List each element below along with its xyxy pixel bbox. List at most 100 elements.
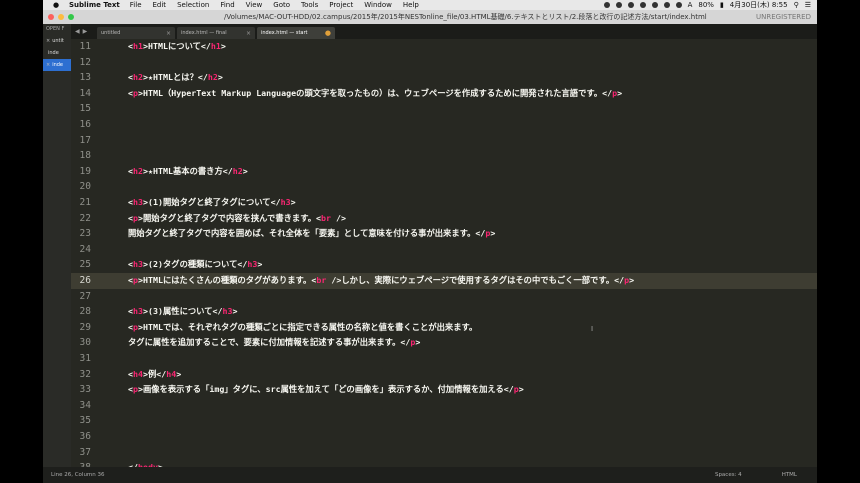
spotlight-icon[interactable]: ⚲ [794,0,799,10]
battery-icon[interactable]: ▮ [720,0,724,10]
code-line[interactable]: 25 <h3>(2)タグの種類について</h3> [71,257,817,273]
code-line[interactable]: 15 [71,101,817,117]
code-line[interactable]: 19 <h2>★HTML基本の書き方</h2> [71,164,817,180]
line-number: 20 [79,181,91,193]
line-number: 28 [79,306,91,318]
code-line[interactable]: 31 [71,351,817,367]
maximize-window-button[interactable] [68,14,74,20]
code-line[interactable]: 37 [71,445,817,461]
wifi-icon[interactable] [663,2,670,8]
volume-icon[interactable] [675,2,682,8]
menu-clock[interactable]: 4月30日(木) 8:55 [730,0,788,10]
syntax-selector[interactable]: HTML [782,472,797,478]
tab-index-final[interactable]: index.html — final × [177,27,255,39]
tab-bar: ◀ ▶ untitled × index.html — final × inde… [71,24,817,39]
code-editor[interactable]: 11 <h1>HTMLについて</h1> 12 13 <h2>★HTMLとは？</h2>… [71,39,817,467]
minimize-window-button[interactable] [58,14,64,20]
code-line[interactable]: 38 </body> [71,460,817,467]
tab-untitled[interactable]: untitled × [97,27,175,39]
close-window-button[interactable] [48,14,54,20]
cursor-position: Line 26, Column 36 [51,472,105,478]
tab-close-icon[interactable]: × [246,30,251,37]
tag-name-token: h4 [133,368,143,379]
code-line[interactable]: 26 <p>HTMLにはたくさんの種類のタグがあります。<br />しかし、実際に… [71,273,817,289]
menu-file[interactable]: File [130,0,142,10]
code-line[interactable]: 22 <p>開始タグと終了タグで内容を挟んで書きます。<br /> [71,211,817,227]
settings-icon[interactable] [627,2,634,8]
tag-name-token: h2 [232,165,243,176]
code-line[interactable]: 13 <h2>★HTMLとは？</h2> [71,70,817,86]
menu-find[interactable]: Find [220,0,234,10]
code-text: <h3>(2)タグの種類について</h3> [128,257,262,273]
code-text: <p>画像を表示する「img」タグに、src属性を加えて「どの画像を」表示するか… [128,382,524,398]
tab-next-icon[interactable]: ▶ [83,28,88,35]
battery-percent[interactable]: 80% [698,0,714,10]
menu-edit[interactable]: Edit [153,0,167,10]
menu-goto[interactable]: Goto [273,0,290,10]
text-token: >HTMLにはたくさんの種類のタグがあります。< [138,275,317,285]
line-number: 23 [79,228,91,240]
code-line[interactable]: 35 [71,413,817,429]
code-line[interactable]: 34 [71,398,817,414]
tab-prev-icon[interactable]: ◀ [75,28,80,35]
close-file-icon[interactable]: × [46,59,50,71]
tag-name-token: h2 [133,165,143,176]
code-line[interactable]: 30 タグに属性を追加することで、要素に付加情報を記述する事が出来ます。</p> [71,335,817,351]
window-title: /Volumes/MAC-OUT-HDD/02.campus/2015年/201… [224,13,707,21]
text-token: > [217,72,223,83]
tab-close-icon[interactable]: × [166,30,171,37]
sidebar-file-index-final[interactable]: inde [43,47,71,59]
code-line[interactable]: 18 [71,148,817,164]
line-number: 35 [79,415,91,427]
apple-icon[interactable]: ● [53,0,63,10]
code-line[interactable]: 16 [71,117,817,133]
sync-icon[interactable] [639,2,646,8]
line-number: 31 [79,353,91,364]
code-line[interactable]: 20 [71,179,817,195]
code-line[interactable]: 36 [71,429,817,445]
close-file-icon[interactable]: × [46,35,50,47]
code-line[interactable]: 32 <h4>例</h4> [71,367,817,383]
code-line[interactable]: 11 <h1>HTMLについて</h1> [71,39,817,55]
app-menu-sublime-text[interactable]: Sublime Text [69,0,120,10]
menu-view[interactable]: View [246,0,263,10]
code-line[interactable]: 27 [71,289,817,305]
menu-help[interactable]: Help [403,0,419,10]
text-token: /> [330,212,346,223]
code-line[interactable]: 28 <h3>(3)属性について</h3> [71,304,817,320]
code-line[interactable]: 33 <p>画像を表示する「img」タグに、src属性を加えて「どの画像を」表示す… [71,382,817,398]
text-token: > [176,368,182,379]
text-token: >★HTML基本の書き方</ [143,165,233,176]
sidebar-file-label: untit [52,38,64,44]
tab-label: index.html — final [181,30,227,36]
code-text: <p>HTML（HyperText Markup Languageの頭文字を取っ… [128,86,622,102]
sidebar-file-untitled[interactable]: × untit [43,35,71,47]
code-line[interactable]: 23 開始タグと終了タグで内容を囲めば、それ全体を「要素」として意味を付ける事が出… [71,226,817,242]
tab-modified-icon[interactable]: ● [325,29,331,37]
tab-index-start[interactable]: index.html — start ● [257,27,335,39]
code-line[interactable]: 24 [71,242,817,258]
code-text: <p>HTMLでは、それぞれタグの種類ごとに指定できる属性の名称と値を書くことが… [128,320,477,336]
input-method-icon[interactable]: A [688,0,693,10]
text-token: >例</ [143,368,167,379]
tag-name-token: h3 [280,197,291,207]
menu-tools[interactable]: Tools [301,0,318,10]
code-text: タグに属性を追加することで、要素に付加情報を記述する事が出来ます。</p> [128,335,420,351]
menu-window[interactable]: Window [364,0,392,10]
notification-center-icon[interactable]: ☰ [805,0,811,10]
text-token: > [629,275,635,285]
menu-project[interactable]: Project [329,0,353,10]
indentation-setting[interactable]: Spaces: 4 [715,472,742,478]
line-number: 26 [79,275,91,286]
code-line[interactable]: 12 [71,55,817,71]
code-line[interactable]: 21 <h3>(1)開始タグと終了タグについて</h3> [71,195,817,211]
display-icon[interactable] [615,2,622,8]
record-icon[interactable] [603,2,610,8]
code-line[interactable]: 14 <p>HTML（HyperText Markup Languageの頭文字を… [71,86,817,102]
sidebar-file-index-start[interactable]: × inde [43,59,71,71]
text-token: > [232,306,238,317]
code-line[interactable]: 29 <p>HTMLでは、それぞれタグの種類ごとに指定できる属性の名称と値を書くこ… [71,320,817,336]
code-line[interactable]: 17 [71,133,817,149]
menu-selection[interactable]: Selection [177,0,209,10]
bluetooth-icon[interactable] [651,2,658,8]
